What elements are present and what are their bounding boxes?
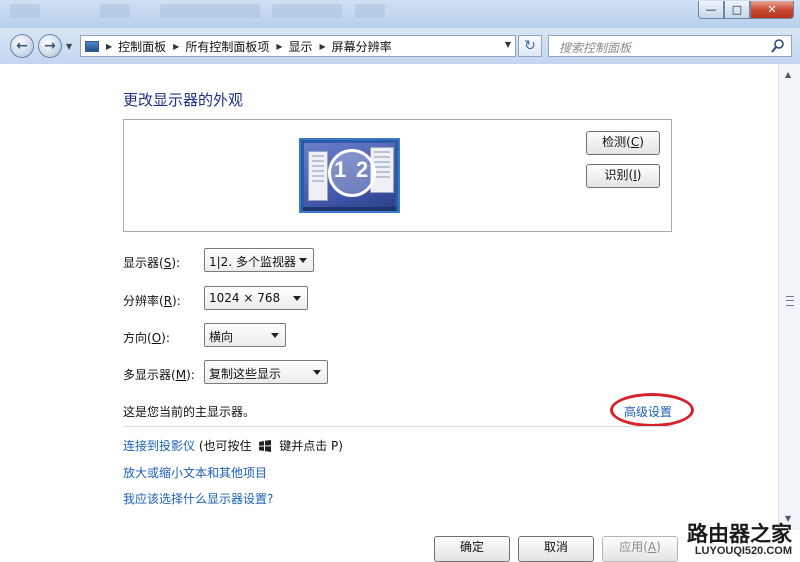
orientation-select[interactable]: 横向 xyxy=(204,323,286,347)
primary-display-note: 这是您当前的主显示器。 xyxy=(123,405,256,419)
close-button[interactable]: ✕ xyxy=(750,1,794,19)
address-bar[interactable]: ▶ 控制面板 ▶ 所有控制面板项 ▶ 显示 ▶ 屏幕分辨率 ▼ xyxy=(80,35,516,57)
identify-button[interactable]: 识别(I) xyxy=(586,164,660,188)
orientation-label: 方向(O): xyxy=(123,331,170,345)
display-label: 显示器(S): xyxy=(123,256,181,270)
title-ghost xyxy=(160,4,260,18)
address-dropdown-icon[interactable]: ▼ xyxy=(505,40,511,49)
resolution-select-value: 1024 × 768 xyxy=(209,291,281,305)
orientation-select-value: 横向 xyxy=(209,330,234,344)
breadcrumb: ▶ 控制面板 ▶ 所有控制面板项 ▶ 显示 ▶ 屏幕分辨率 xyxy=(99,38,392,55)
multiple-displays-accesskey: M xyxy=(175,368,187,382)
breadcrumb-separator-icon[interactable]: ▶ xyxy=(276,42,282,51)
title-ghost xyxy=(10,4,40,18)
site-watermark: 路由器之家 LUYOUQI520.COM xyxy=(670,518,794,558)
chevron-down-icon xyxy=(299,258,307,263)
breadcrumb-separator-icon[interactable]: ▶ xyxy=(320,42,326,51)
ok-label: 确定 xyxy=(459,540,484,554)
vertical-scrollbar[interactable]: ▲ ▼ xyxy=(778,64,800,530)
minimize-button[interactable]: — xyxy=(698,1,724,19)
breadcrumb-all-items[interactable]: 所有控制面板项 xyxy=(185,38,269,55)
monitor-taskbar xyxy=(303,207,396,211)
maximize-button[interactable]: □ xyxy=(724,1,750,19)
section-divider xyxy=(123,426,672,427)
navigation-bar: ← → ▼ ▶ 控制面板 ▶ 所有控制面板项 ▶ 显示 ▶ 屏幕分辨率 ▼ ↻ … xyxy=(0,28,800,65)
display-select-value: 1|2. 多个监视器 xyxy=(209,255,296,269)
search-input[interactable]: 搜索控制面板 xyxy=(548,35,792,57)
resolution-label: 分辨率(R): xyxy=(123,294,181,308)
connect-projector-link[interactable]: 连接到投影仪 xyxy=(123,439,195,453)
apply-button[interactable]: 应用(A) xyxy=(602,536,678,562)
apply-label: 应用 xyxy=(619,540,644,554)
breadcrumb-separator-icon[interactable]: ▶ xyxy=(106,42,112,51)
breadcrumb-display[interactable]: 显示 xyxy=(289,38,313,55)
highlight-ring-annotation xyxy=(610,393,694,427)
ok-button[interactable]: 确定 xyxy=(434,536,510,562)
display-select[interactable]: 1|2. 多个监视器 xyxy=(204,248,314,272)
projector-hint-prefix: (也可按住 xyxy=(198,439,252,453)
title-ghost xyxy=(100,4,130,18)
back-arrow-icon[interactable]: ← xyxy=(10,34,34,58)
refresh-icon[interactable]: ↻ xyxy=(518,35,542,57)
breadcrumb-control-panel[interactable]: 控制面板 xyxy=(118,38,166,55)
title-ghost xyxy=(355,4,385,18)
multiple-displays-select[interactable]: 复制这些显示 xyxy=(204,360,328,384)
window-controls: — □ ✕ xyxy=(698,1,794,19)
title-ghost xyxy=(272,4,342,18)
chevron-down-icon xyxy=(293,296,301,301)
which-settings-link[interactable]: 我应该选择什么显示器设置? xyxy=(123,490,273,507)
page-title: 更改显示器的外观 xyxy=(123,91,244,109)
title-bar: — □ ✕ xyxy=(0,0,800,28)
multiple-displays-select-value: 复制这些显示 xyxy=(209,367,282,381)
monitor-number-1: 1 xyxy=(334,157,347,182)
resolution-select[interactable]: 1024 × 768 xyxy=(204,286,308,310)
orientation-accesskey: O xyxy=(151,331,162,345)
search-icon[interactable] xyxy=(771,38,785,54)
text-size-link[interactable]: 放大或缩小文本和其他项目 xyxy=(123,464,267,481)
watermark-chinese: 路由器之家 xyxy=(687,522,792,546)
identify-accesskey: I xyxy=(633,168,637,182)
scroll-up-icon[interactable]: ▲ xyxy=(785,70,791,79)
scroll-grip[interactable] xyxy=(786,296,794,306)
detect-button[interactable]: 检测(C) xyxy=(586,131,660,155)
display-preview-panel: 1 2 检测(C) 识别(I) xyxy=(123,119,672,232)
monitor-number-2: 2 xyxy=(356,157,369,182)
identify-label: 识别 xyxy=(604,168,629,182)
projector-row: 连接到投影仪 (也可按住 键并点击 P) xyxy=(123,437,343,454)
cancel-button[interactable]: 取消 xyxy=(518,536,594,562)
monitor-screen: 1 2 xyxy=(304,143,395,208)
cancel-label: 取消 xyxy=(543,540,568,554)
projector-hint-suffix: 键并点击 P) xyxy=(279,439,343,453)
orientation-label-text: 方向 xyxy=(123,331,148,345)
resolution-accesskey: R xyxy=(163,294,173,308)
apply-accesskey: A xyxy=(647,540,657,554)
display-accesskey: S xyxy=(163,256,172,270)
search-placeholder: 搜索控制面板 xyxy=(559,41,632,55)
control-panel-icon xyxy=(85,40,99,52)
watermark-url: LUYOUQI520.COM xyxy=(694,545,792,557)
forward-arrow-icon[interactable]: → xyxy=(38,34,62,58)
multiple-displays-label: 多显示器(M): xyxy=(123,368,195,382)
chevron-down-icon xyxy=(313,370,321,375)
monitor-thumbnail[interactable]: 1 2 xyxy=(299,138,400,213)
breadcrumb-separator-icon[interactable]: ▶ xyxy=(173,42,179,51)
recent-pages-dropdown-icon[interactable]: ▼ xyxy=(66,42,72,51)
resolution-label-text: 分辨率 xyxy=(123,294,160,308)
detect-label: 检测 xyxy=(602,135,627,149)
breadcrumb-screen-resolution[interactable]: 屏幕分辨率 xyxy=(332,38,392,55)
display-label-text: 显示器 xyxy=(123,256,160,270)
monitor-window-left xyxy=(308,151,328,201)
chevron-down-icon xyxy=(271,333,279,338)
multiple-displays-label-text: 多显示器 xyxy=(123,368,172,382)
detect-accesskey: C xyxy=(630,135,640,149)
windows-logo-icon xyxy=(259,440,272,452)
